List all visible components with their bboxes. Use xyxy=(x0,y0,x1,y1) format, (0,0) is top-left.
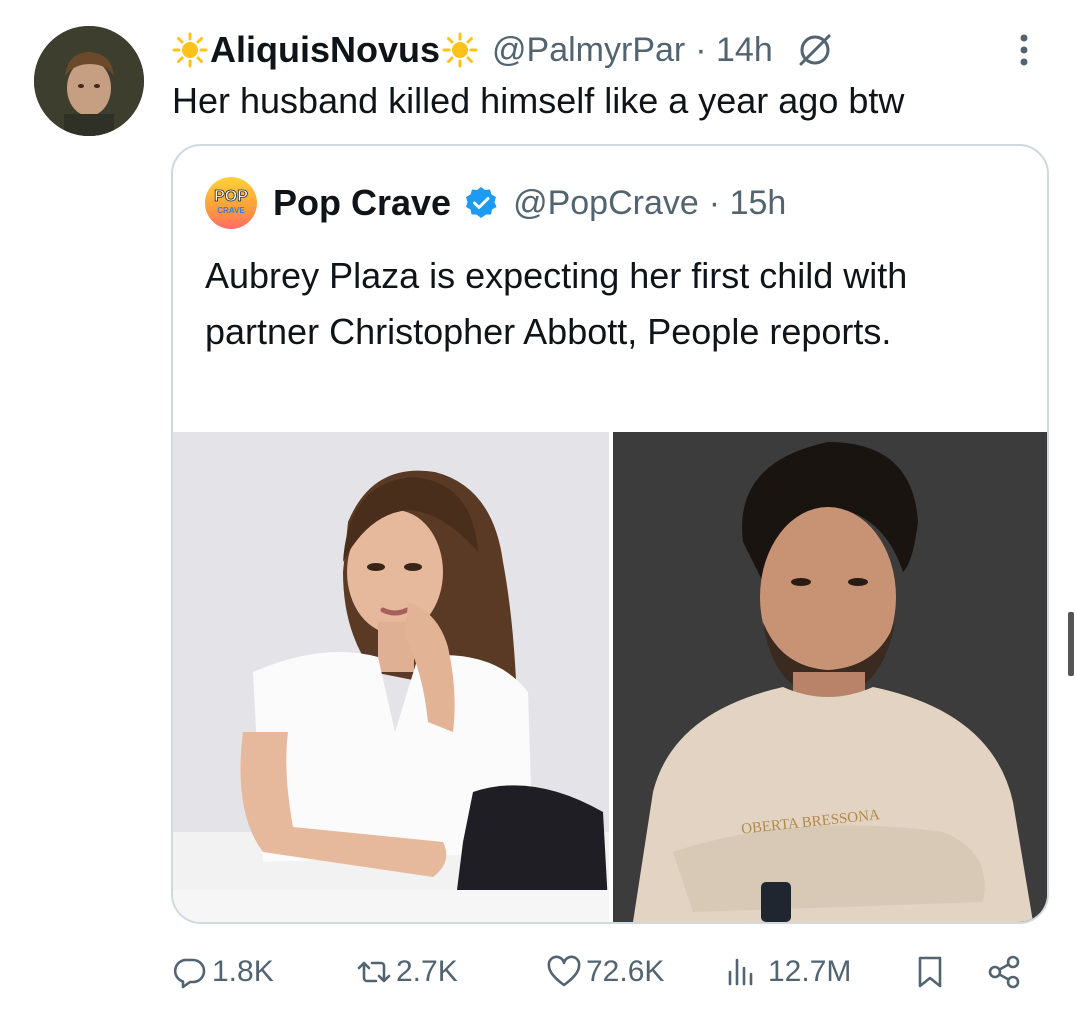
quoted-display-name[interactable]: Pop Crave xyxy=(273,182,451,224)
like-count: 72.6K xyxy=(586,955,665,988)
reply-count: 1.8K xyxy=(212,955,274,988)
man-portrait-illustration: OBERTA BRESSONA xyxy=(613,432,1047,922)
sun-icon xyxy=(442,32,478,68)
repost-icon xyxy=(357,961,391,983)
pop-crave-logo[interactable]: POP CRAVE xyxy=(205,177,257,229)
tweet-text: Her husband killed himself like a year a… xyxy=(172,80,905,121)
views-count: 12.7M xyxy=(768,955,852,988)
bookmark-icon xyxy=(918,956,942,988)
reply-button[interactable]: 1.8K xyxy=(172,946,274,998)
tweet-time[interactable]: · 14h xyxy=(695,31,773,70)
scrollbar[interactable] xyxy=(1068,612,1074,676)
repost-count: 2.7K xyxy=(396,955,458,988)
woman-portrait-illustration xyxy=(173,432,609,922)
repost-button[interactable]: 2.7K xyxy=(356,946,458,998)
sun-icon xyxy=(172,32,208,68)
like-icon xyxy=(547,955,581,987)
bookmark-button[interactable] xyxy=(912,946,948,998)
author-display-name[interactable]: AliquisNovus xyxy=(210,29,440,71)
like-button[interactable]: 72.6K xyxy=(546,946,664,998)
muted-icon xyxy=(799,34,831,66)
quoted-tweet-card[interactable]: POP CRAVE Pop Crave @PopCrave · 15h Aubr… xyxy=(171,144,1049,924)
reply-icon xyxy=(173,958,206,989)
more-icon[interactable] xyxy=(1010,30,1038,70)
views-icon xyxy=(728,958,753,986)
quoted-tweet-header: POP CRAVE Pop Crave @PopCrave · 15h xyxy=(205,177,787,229)
quoted-tweet-text: Aubrey Plaza is expecting her first chil… xyxy=(205,255,908,352)
pop-crave-logo-mark: POP CRAVE xyxy=(214,188,249,215)
share-icon xyxy=(988,955,1020,989)
quoted-image-christopher[interactable]: OBERTA BRESSONA xyxy=(613,432,1047,922)
author-handle[interactable]: @PalmyrPar xyxy=(492,31,685,70)
verified-badge-icon xyxy=(466,187,497,218)
logo-text-pop: POP xyxy=(214,188,248,205)
tweet-header: AliquisNovus @PalmyrPar · 14h xyxy=(172,24,835,76)
logo-text-crave: CRAVE xyxy=(217,206,245,215)
views-button[interactable]: 12.7M xyxy=(724,946,851,998)
quoted-time[interactable]: · 15h xyxy=(709,184,787,223)
tweet-action-bar: 1.8K 2.7K 72.6K 12.7M xyxy=(172,946,1032,998)
author-avatar[interactable] xyxy=(34,26,144,136)
share-button[interactable] xyxy=(986,946,1022,998)
avatar-portrait xyxy=(34,26,144,136)
quoted-image-aubrey[interactable] xyxy=(173,432,609,922)
quoted-handle[interactable]: @PopCrave xyxy=(513,184,699,223)
